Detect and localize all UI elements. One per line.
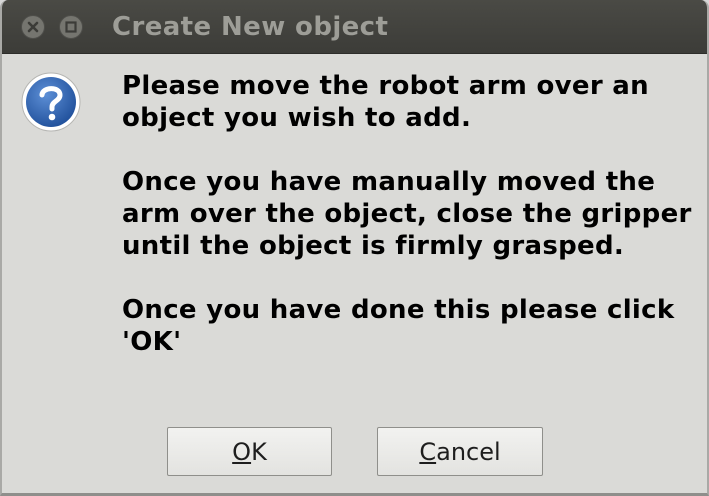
message-paragraph: Please move the robot arm over an object… xyxy=(122,71,649,133)
dialog-message: Please move the robot arm over an object… xyxy=(122,70,702,358)
minimize-button[interactable] xyxy=(59,15,83,39)
question-icon xyxy=(21,72,81,132)
close-icon xyxy=(27,21,39,33)
dialog-window: Create New object Please move the robot … xyxy=(0,0,709,496)
ok-label-rest: K xyxy=(251,437,267,466)
message-paragraph: Once you have manually moved the arm ove… xyxy=(122,167,692,261)
title-bar[interactable]: Create New object xyxy=(2,0,707,54)
ok-button[interactable]: OK xyxy=(167,427,332,476)
message-paragraph: Once you have done this please click 'OK… xyxy=(122,295,675,357)
cancel-button[interactable]: Cancel xyxy=(377,427,543,476)
minimize-icon xyxy=(65,21,77,33)
ok-mnemonic: O xyxy=(232,437,252,466)
close-button[interactable] xyxy=(21,15,45,39)
cancel-label-rest: ancel xyxy=(436,437,501,466)
window-title: Create New object xyxy=(112,12,389,42)
cancel-mnemonic: C xyxy=(419,437,437,466)
